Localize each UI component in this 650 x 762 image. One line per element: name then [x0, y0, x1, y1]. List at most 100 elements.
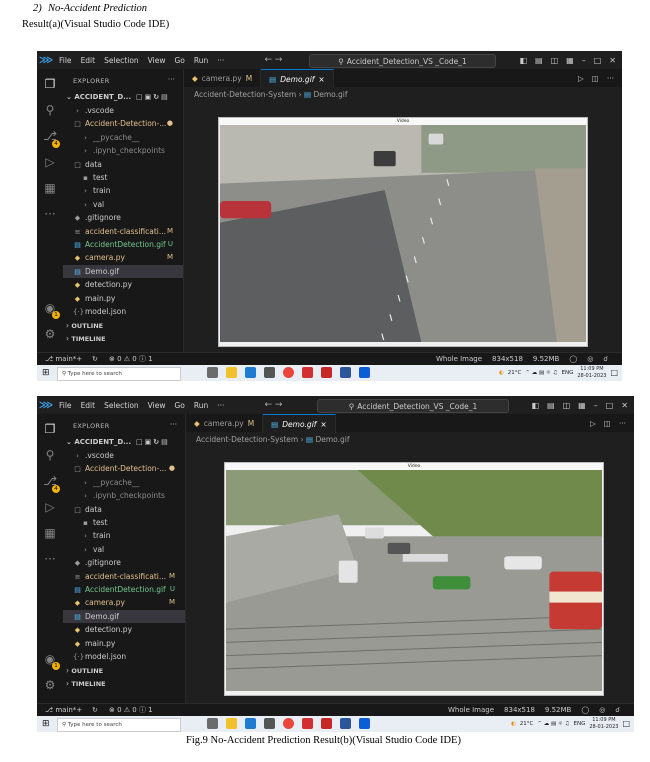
file-tree-item[interactable]: ◆ camera.py M	[63, 596, 185, 609]
more-icon[interactable]: ···	[43, 552, 57, 566]
outline-section[interactable]: › OUTLINE	[63, 664, 185, 677]
explorer-icon[interactable]: ❐	[43, 77, 57, 91]
accounts-status-icon[interactable]: ◎	[599, 704, 605, 716]
breadcrumb-folder[interactable]: Accident-Detection-System	[194, 90, 296, 99]
explorer-more-icon[interactable]: ···	[168, 75, 175, 84]
breadcrumb-file[interactable]: Demo.gif	[315, 435, 349, 444]
layout-icon[interactable]: ◧	[519, 56, 527, 65]
breadcrumb-file[interactable]: Demo.gif	[313, 90, 347, 99]
chrome-icon[interactable]	[283, 718, 294, 729]
root-folder[interactable]: ⌄ ACCIDENT_D... □▣↻▤	[63, 91, 183, 104]
word-icon[interactable]	[340, 367, 351, 378]
file-tree-item[interactable]: › .ipynb_checkpoints	[63, 144, 183, 157]
file-tree-item[interactable]: ▤ AccidentDetection.gif U	[63, 583, 185, 596]
photos-icon[interactable]	[359, 718, 370, 729]
taskbar-search[interactable]: ⚲ Type here to search	[57, 367, 181, 381]
file-tree-item[interactable]: ◆ detection.py	[63, 623, 185, 636]
customize-layout-icon[interactable]: ▦	[578, 401, 586, 410]
explorer-icon[interactable]: ❐	[43, 422, 57, 436]
file-tree-item[interactable]: ◆ .gitignore	[63, 556, 185, 569]
media-app-icon[interactable]	[321, 367, 332, 378]
close-icon[interactable]: ✕	[609, 56, 616, 65]
run-debug-icon[interactable]: ▷	[43, 500, 57, 514]
clock[interactable]: 11:09 PM 28-01-2023	[577, 366, 606, 379]
timeline-section[interactable]: › TIMELINE	[63, 332, 183, 345]
search-view-icon[interactable]: ⚲	[43, 103, 57, 117]
maximize-icon[interactable]: □	[594, 56, 602, 65]
file-tree-item[interactable]: ◆ detection.py	[63, 278, 183, 291]
maximize-icon[interactable]: □	[606, 401, 614, 410]
menu-item[interactable]: File	[59, 401, 72, 410]
more-actions-icon[interactable]: ···	[619, 419, 626, 428]
tab-demo-gif[interactable]: ▤ Demo.gif ×	[261, 69, 334, 88]
run-debug-icon[interactable]: ▷	[43, 155, 57, 169]
panel-icon[interactable]: ▤	[535, 56, 543, 65]
file-tree-item[interactable]: □ Accident-Detection-... ●	[63, 117, 183, 130]
nav-arrows[interactable]: ← →	[264, 55, 282, 65]
run-icon[interactable]: ▷	[578, 74, 584, 83]
file-tree-item[interactable]: □ Accident-Detection-... ●	[63, 462, 185, 475]
file-tree-item[interactable]: ▪ test	[63, 171, 183, 184]
problems-status[interactable]: ⊗ 0 ⚠ 0 ⓘ 1	[109, 704, 153, 716]
panel-icon[interactable]: ▤	[547, 401, 555, 410]
customize-layout-icon[interactable]: ▦	[566, 56, 574, 65]
file-tree-item[interactable]: ◆ main.py	[63, 292, 183, 305]
file-tree-item[interactable]: ≡ accident-classificati... M	[63, 225, 183, 238]
file-tree-item[interactable]: ≡ accident-classificati... M	[63, 570, 185, 583]
chrome-icon[interactable]	[283, 367, 294, 378]
accounts-status-icon[interactable]: ◎	[587, 353, 593, 365]
clock[interactable]: 11:09 PM 28-01-2023	[589, 717, 618, 730]
bell-icon[interactable]: ☌	[603, 353, 608, 365]
image-zoom-status[interactable]: Whole Image	[436, 353, 482, 365]
file-tree-item[interactable]: ◆ camera.py M	[63, 251, 183, 264]
more-actions-icon[interactable]: ···	[607, 74, 614, 83]
menu-item[interactable]: View	[148, 401, 166, 410]
sync-icon[interactable]: ↻	[92, 704, 98, 716]
split-editor-icon[interactable]: ◫	[592, 74, 599, 83]
file-tree-item[interactable]: › .ipynb_checkpoints	[63, 489, 185, 502]
menu-item[interactable]: Selection	[104, 56, 139, 65]
file-tree-item[interactable]: ▤ AccidentDetection.gif U	[63, 238, 183, 251]
language-indicator[interactable]: ENG	[562, 370, 574, 376]
menu-item[interactable]: Go	[174, 401, 184, 410]
file-tree-item[interactable]: › val	[63, 198, 183, 211]
media-app-icon[interactable]	[321, 718, 332, 729]
file-explorer-icon[interactable]	[226, 367, 237, 378]
layout-icon[interactable]: ◧	[531, 401, 539, 410]
file-tree-item[interactable]: □ data	[63, 158, 183, 171]
file-tree-item[interactable]: › __pycache__	[63, 476, 185, 489]
tray-icons[interactable]: ⌃ ☁ ▤ ☼ ♫	[525, 370, 557, 376]
settings-gear-icon[interactable]: ⚙	[43, 327, 57, 341]
breadcrumb-folder[interactable]: Accident-Detection-System	[196, 435, 298, 444]
close-tab-icon[interactable]: ×	[320, 420, 326, 429]
sync-icon[interactable]: ↻	[92, 353, 98, 365]
tab-demo-gif[interactable]: ▤ Demo.gif ×	[263, 414, 336, 433]
menu-item[interactable]: ···	[217, 401, 224, 410]
word-icon[interactable]	[340, 718, 351, 729]
menu-item[interactable]: Run	[194, 56, 208, 65]
explorer-actions[interactable]: □▣↻▤	[136, 436, 170, 449]
pdf-reader-icon[interactable]	[302, 367, 313, 378]
command-center-search[interactable]: ⚲ Accident_Detection_VS _Code_1	[309, 54, 496, 68]
photos-icon[interactable]	[359, 367, 370, 378]
notifications-icon[interactable]: □	[622, 719, 630, 728]
branch-status[interactable]: ⎇ main*+	[45, 353, 82, 365]
file-tree-item[interactable]: › .vscode	[63, 449, 185, 462]
extensions-icon[interactable]: ▦	[43, 526, 57, 540]
weather-temp[interactable]: 21°C	[520, 721, 534, 727]
file-tree-item[interactable]: › train	[63, 184, 183, 197]
split-icon[interactable]: ◫	[563, 401, 571, 410]
menu-item[interactable]: Edit	[81, 401, 96, 410]
close-tab-icon[interactable]: ×	[318, 75, 324, 84]
problems-status[interactable]: ⊗ 0 ⚠ 0 ⓘ 1	[109, 353, 153, 365]
file-tree-item[interactable]: {·}model.json	[63, 305, 183, 318]
bell-icon[interactable]: ☌	[615, 704, 620, 716]
tab-camera-py[interactable]: ◆ camera.py M	[186, 414, 264, 432]
task-view-icon[interactable]	[207, 718, 218, 729]
minimize-icon[interactable]: –	[582, 56, 586, 65]
windows-start-icon[interactable]: ⊞	[42, 368, 50, 378]
menu-item[interactable]: ···	[217, 56, 224, 65]
vscode-taskbar-icon[interactable]	[245, 718, 256, 729]
split-editor-icon[interactable]: ◫	[604, 419, 611, 428]
feedback-icon[interactable]: ◯	[569, 353, 577, 365]
